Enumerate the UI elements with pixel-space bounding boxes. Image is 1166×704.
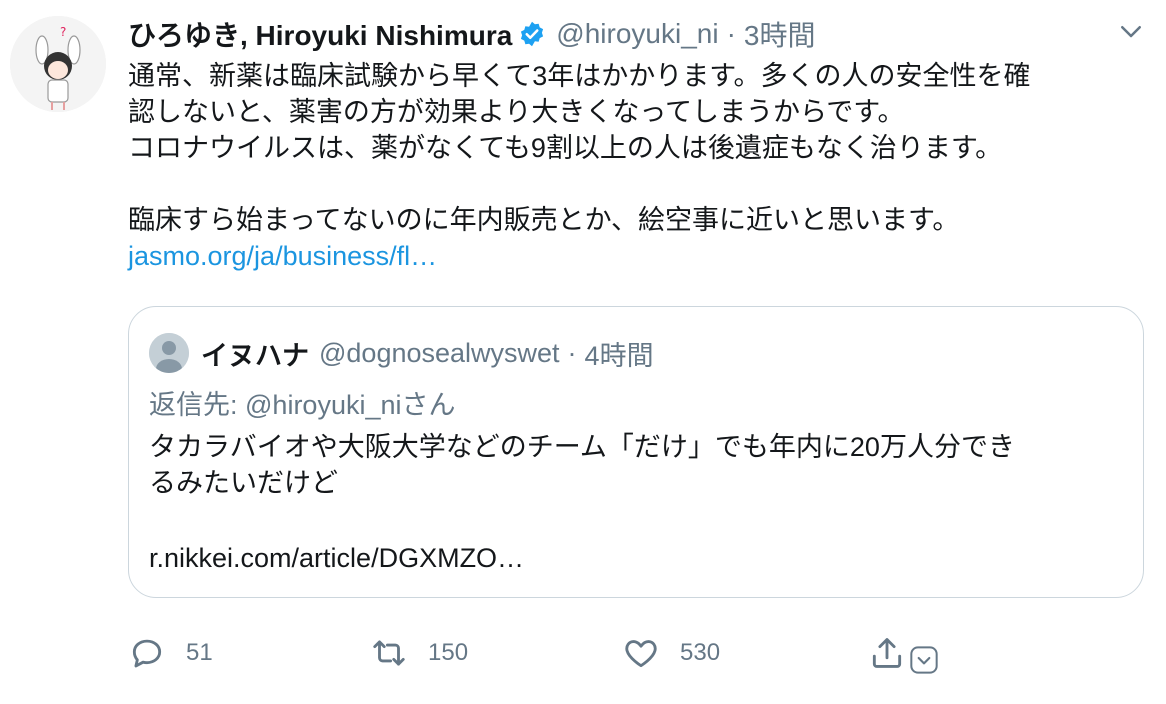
default-avatar-icon	[149, 333, 189, 373]
reply-context: 返信先: @hiroyuki_niさん	[149, 383, 456, 422]
tweet-link[interactable]: jasmo.org/ja/business/fl…	[128, 241, 437, 271]
reply-handle[interactable]: @hiroyuki_ni	[245, 390, 401, 420]
retweet-button[interactable]: 150	[370, 630, 468, 676]
tweet-header: ひろゆき, Hiroyuki Nishimura @hiroyuki_ni · …	[128, 14, 1146, 54]
separator-dot: ·	[726, 18, 736, 49]
quoted-tweet-link[interactable]: r.nikkei.com/article/DGXMZO…	[149, 543, 524, 574]
author-name[interactable]: ひろゆき, Hiroyuki Nishimura	[128, 14, 512, 54]
author-handle[interactable]: @hiroyuki_ni	[556, 18, 718, 50]
like-button[interactable]: 530	[622, 630, 720, 676]
tweet-body: 通常、新薬は臨床試験から早くて3年はかかります。多くの人の安全性を確 認しないと…	[128, 58, 1138, 274]
quoted-tweet-header: イヌハナ @dognosealwyswet · 4時間	[149, 331, 654, 375]
reply-prefix: 返信先:	[149, 390, 246, 420]
avatar-illustration-icon: ?	[10, 16, 106, 112]
reply-icon	[132, 639, 162, 668]
svg-text:?: ?	[60, 25, 66, 39]
quoted-author-name[interactable]: イヌハナ	[201, 334, 309, 373]
reply-button[interactable]: 51	[128, 630, 213, 676]
tweet-timestamp[interactable]: 3時間	[744, 14, 816, 54]
like-count: 530	[680, 639, 721, 666]
retweet-icon	[373, 640, 405, 666]
tweet-text: 通常、新薬は臨床試験から早くて3年はかかります。多くの人の安全性を確 認しないと…	[128, 61, 1031, 235]
chevron-down-icon[interactable]	[1116, 16, 1146, 46]
like-icon	[625, 640, 657, 668]
quoted-tweet-timestamp[interactable]: 4時間	[585, 334, 654, 373]
quoted-tweet-text: タカラバイオや大阪大学などのチーム「だけ」でも年内に20万人分でき るみたいだけ…	[149, 432, 1015, 498]
tweet-actions: 51 150 530	[128, 630, 948, 676]
verified-badge-icon	[521, 21, 544, 47]
share-menu-chevron-icon[interactable]	[908, 644, 940, 676]
share-button[interactable]	[868, 630, 940, 676]
quoted-author-avatar[interactable]	[149, 333, 189, 373]
quoted-author-handle[interactable]: @dognosealwyswet	[319, 338, 560, 369]
author-avatar[interactable]: ?	[10, 16, 106, 112]
quoted-tweet[interactable]: イヌハナ @dognosealwyswet · 4時間 返信先: @hiroyu…	[128, 306, 1144, 598]
reply-suffix: さん	[401, 390, 456, 420]
share-icon	[872, 638, 902, 668]
separator-dot: ·	[567, 337, 577, 368]
reply-count: 51	[186, 639, 213, 666]
retweet-count: 150	[428, 639, 469, 666]
